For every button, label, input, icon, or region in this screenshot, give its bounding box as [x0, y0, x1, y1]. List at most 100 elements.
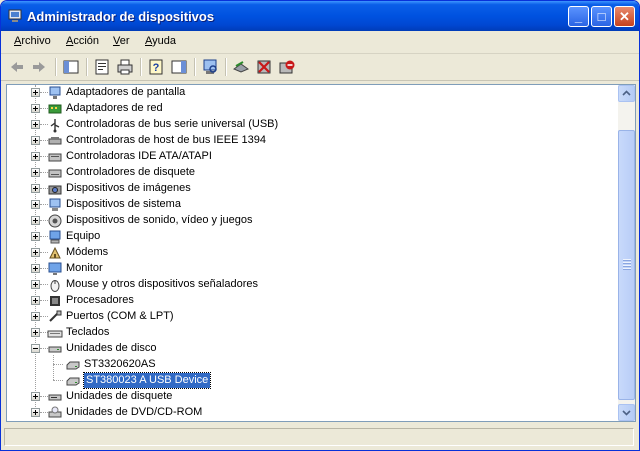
tree-category-item[interactable]: Adaptadores de red: [7, 101, 607, 117]
collapse-icon[interactable]: [31, 344, 40, 353]
tree-category-item[interactable]: Monitor: [7, 261, 607, 277]
expand-icon[interactable]: [31, 392, 40, 401]
expand-icon[interactable]: [31, 328, 40, 337]
close-button[interactable]: ✕: [614, 6, 635, 27]
menu-ayuda[interactable]: Ayuda: [145, 35, 176, 47]
tree-item-label: Unidades de disco: [66, 342, 157, 354]
forward-arrow-icon[interactable]: [29, 57, 49, 77]
expand-icon[interactable]: [31, 120, 40, 129]
tree-category-item[interactable]: Controladoras de host de bus IEEE 1394: [7, 133, 607, 149]
expand-icon[interactable]: [31, 248, 40, 257]
tree-category-item[interactable]: Controladoras de bus serie universal (US…: [7, 117, 607, 133]
tree-category-item[interactable]: Controladoras IDE ATA/ATAPI: [7, 149, 607, 165]
toolbar-separator: [140, 58, 142, 76]
tree-category-item[interactable]: Unidades de disquete: [7, 389, 607, 405]
hard-disk-icon: [65, 373, 81, 389]
menu-acción[interactable]: Acción: [66, 35, 99, 47]
toolbar-separator: [55, 58, 57, 76]
expand-icon[interactable]: [31, 136, 40, 145]
tree-category-item[interactable]: Procesadores: [7, 293, 607, 309]
tree-item-label: Adaptadores de red: [66, 102, 163, 114]
tree-device-item[interactable]: ST380023 A USB Device: [7, 372, 607, 389]
tree-category-item[interactable]: Dispositivos de imágenes: [7, 181, 607, 197]
tree-item-label: Mouse y otros dispositivos señaladores: [66, 278, 258, 290]
computer-icon: [47, 229, 63, 245]
device-tree[interactable]: Adaptadores de pantalla Adaptadores de re…: [7, 85, 619, 421]
tree-category-item[interactable]: Dispositivos de sistema: [7, 197, 607, 213]
expand-icon[interactable]: [31, 280, 40, 289]
tree-item-label: Equipo: [66, 230, 101, 242]
expand-icon[interactable]: [31, 408, 40, 417]
tree-category-item[interactable]: Puertos (COM & LPT): [7, 309, 607, 325]
minimize-button[interactable]: _: [568, 6, 589, 27]
back-arrow-icon[interactable]: [7, 57, 27, 77]
disable-device-icon[interactable]: [277, 57, 297, 77]
keyboard-icon: [47, 325, 63, 341]
print-icon[interactable]: [115, 57, 135, 77]
tree-item-label: Dispositivos de sonido, vídeo y juegos: [66, 214, 253, 226]
expand-icon[interactable]: [31, 232, 40, 241]
expand-icon[interactable]: [31, 200, 40, 209]
help-icon[interactable]: ?: [146, 57, 166, 77]
tree-category-item[interactable]: Adaptadores de pantalla: [7, 85, 607, 101]
sound-device-icon: [47, 213, 63, 229]
toolbar-separator: [225, 58, 227, 76]
tree-category-item[interactable]: Equipo: [7, 229, 607, 245]
expand-icon[interactable]: [31, 104, 40, 113]
show-hide-action-pane-icon[interactable]: [169, 57, 189, 77]
vertical-scrollbar[interactable]: [618, 85, 635, 421]
hard-disk-icon: [65, 357, 81, 373]
tree-category-item[interactable]: Mouse y otros dispositivos señaladores: [7, 277, 607, 293]
tree-item-label: Procesadores: [66, 294, 134, 306]
toolbar: ?: [1, 54, 639, 81]
properties-icon[interactable]: [92, 57, 112, 77]
display-adapter-icon: [47, 85, 63, 101]
expand-icon[interactable]: [31, 296, 40, 305]
tree-item-label: Monitor: [66, 262, 103, 274]
tree-category-item[interactable]: Módems: [7, 245, 607, 261]
tree-category-item[interactable]: Unidades de disco: [7, 341, 607, 357]
expand-icon[interactable]: [31, 216, 40, 225]
scroll-up-button[interactable]: [618, 85, 635, 102]
tree-category-item[interactable]: Controladores de disquete: [7, 165, 607, 181]
tree-item-label: Teclados: [66, 326, 110, 338]
tree-item-label: Módems: [66, 246, 109, 258]
tree-item-label: Controladoras de bus serie universal (US…: [66, 118, 279, 130]
ide-controller-icon: [47, 149, 63, 165]
port-icon: [47, 309, 63, 325]
uninstall-icon[interactable]: [254, 57, 274, 77]
expand-icon[interactable]: [31, 184, 40, 193]
tree-item-label: Controladores de disquete: [66, 166, 196, 178]
device-manager-window: Administrador de dispositivos _ □ ✕ Arch…: [0, 0, 640, 451]
scroll-down-button[interactable]: [618, 404, 635, 421]
mouse-icon: [47, 277, 63, 293]
scan-hardware-icon[interactable]: [200, 57, 220, 77]
menu-archivo[interactable]: Archivo: [14, 35, 51, 47]
expand-icon[interactable]: [31, 312, 40, 321]
tree-category-item[interactable]: Unidades de DVD/CD-ROM: [7, 405, 607, 421]
expand-icon[interactable]: [31, 88, 40, 97]
tree-category-item[interactable]: Teclados: [7, 325, 607, 341]
title-bar[interactable]: Administrador de dispositivos _ □ ✕: [1, 1, 639, 31]
expand-icon[interactable]: [31, 152, 40, 161]
system-device-icon: [47, 197, 63, 213]
menu-ver[interactable]: Ver: [113, 35, 130, 47]
modem-icon: [47, 245, 63, 261]
update-driver-icon[interactable]: [231, 57, 251, 77]
scrollbar-thumb[interactable]: [618, 130, 635, 400]
window-title: Administrador de dispositivos: [27, 9, 215, 24]
network-adapter-icon: [47, 101, 63, 117]
tree-device-item[interactable]: ST3320620AS: [7, 357, 607, 373]
show-hide-console-tree-icon[interactable]: [61, 57, 81, 77]
toolbar-separator: [86, 58, 88, 76]
status-bar: [1, 425, 639, 450]
expand-icon[interactable]: [31, 264, 40, 273]
dvd-drive-icon: [47, 405, 63, 421]
expand-icon[interactable]: [31, 168, 40, 177]
tree-item-label: ST380023 A USB Device: [82, 372, 212, 389]
maximize-button[interactable]: □: [591, 6, 612, 27]
tree-item-label: Controladoras IDE ATA/ATAPI: [66, 150, 212, 162]
status-panel: [4, 428, 634, 446]
svg-text:?: ?: [153, 62, 160, 74]
tree-category-item[interactable]: Dispositivos de sonido, vídeo y juegos: [7, 213, 607, 229]
